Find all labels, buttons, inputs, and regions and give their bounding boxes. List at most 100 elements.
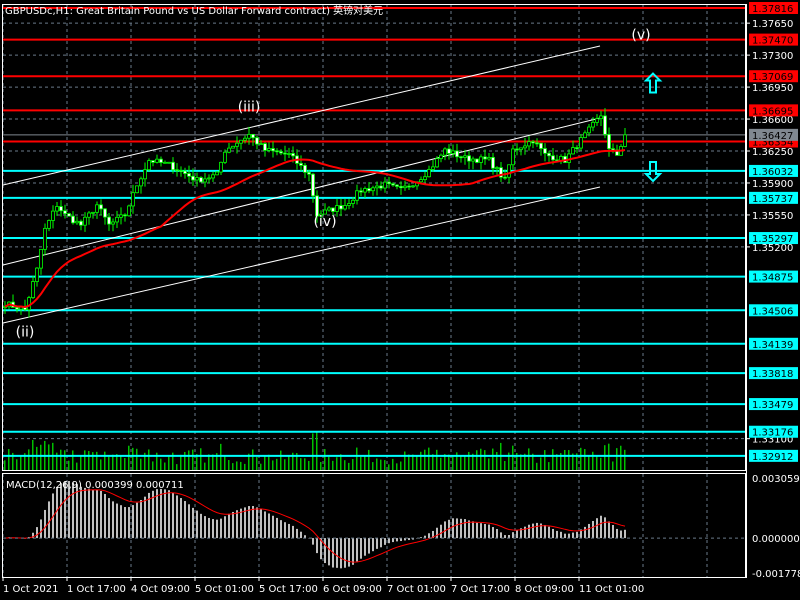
candle-body — [311, 173, 315, 197]
trading-chart[interactable]: (ii)(iii)(iv)(v) 1.376501.373001.369501.… — [0, 0, 800, 600]
macd-bar — [612, 525, 614, 539]
macd-bar — [512, 532, 514, 539]
candle-body — [47, 220, 51, 229]
volume-bar — [36, 446, 38, 470]
candle-body — [487, 157, 491, 160]
candle-body — [155, 158, 159, 163]
volume-bar — [600, 457, 602, 470]
wave-label: (ii) — [16, 324, 35, 340]
candle-body — [287, 153, 291, 155]
candle-body — [119, 214, 123, 218]
macd-bar — [336, 538, 338, 568]
support-price-tag: 1.35297 — [752, 234, 793, 245]
volume-bar — [400, 461, 402, 470]
time-tick-label: 11 Oct 01:00 — [579, 584, 644, 595]
price-tick-label: 1.35550 — [752, 211, 793, 222]
candle-body — [83, 216, 87, 226]
candle-body — [263, 143, 267, 151]
candle-body — [463, 155, 467, 158]
macd-bar — [160, 488, 162, 539]
candle-body — [455, 150, 459, 158]
volume-bar — [344, 460, 346, 470]
macd-bar — [224, 516, 226, 539]
volume-bar — [308, 460, 310, 470]
volume-bar — [84, 450, 86, 470]
candle-body — [495, 167, 499, 170]
macd-bar — [116, 503, 118, 539]
macd-bar — [60, 483, 62, 539]
macd-bar — [216, 519, 218, 539]
macd-bar — [300, 531, 302, 539]
support-price-tag: 1.33818 — [752, 369, 793, 380]
candle-body — [167, 161, 171, 164]
volume-bar — [76, 462, 78, 470]
price-axis[interactable]: 1.376501.373001.369501.366001.362501.359… — [746, 2, 800, 580]
macd-bar — [260, 508, 262, 539]
support-price-tag: 1.34139 — [752, 340, 793, 351]
volume-bar — [580, 447, 582, 470]
candle-body — [467, 155, 471, 162]
time-tick-label: 6 Oct 09:00 — [323, 584, 382, 595]
volume-bar — [128, 445, 130, 470]
candle-body — [39, 248, 43, 269]
candle-body — [607, 133, 611, 150]
candle-body — [247, 133, 251, 139]
macd-bar — [40, 519, 42, 539]
volume-bar — [352, 459, 354, 470]
support-price-tag: 1.35737 — [752, 194, 793, 205]
macd-bar — [200, 513, 202, 539]
volume-bar — [384, 460, 386, 470]
candle-body — [359, 190, 363, 193]
macd-bar — [616, 528, 618, 539]
candle-body — [275, 150, 279, 153]
macd-bar — [388, 538, 390, 544]
macd-bar — [380, 538, 382, 548]
macd-bar — [440, 524, 442, 539]
candle-body — [423, 176, 427, 180]
macd-bar — [504, 535, 506, 539]
candle-body — [147, 160, 151, 171]
macd-bar — [36, 527, 38, 539]
candle-body — [143, 169, 147, 180]
macd-bar — [296, 528, 298, 539]
wave-label: (v) — [631, 28, 650, 44]
grid — [2, 5, 745, 577]
volume-bar — [356, 447, 358, 470]
candle-body — [43, 227, 47, 250]
macd-tick-label: 0.003059 — [752, 474, 800, 485]
macd-bar — [564, 533, 566, 539]
time-axis[interactable]: 1 Oct 2021 1 Oct 17:00 4 Oct 09:00 5 Oct 01… — [2, 577, 644, 595]
candle-body — [103, 208, 107, 218]
support-price-tag: 1.33479 — [752, 400, 793, 411]
macd-bar — [92, 489, 94, 539]
macd-bar — [212, 519, 214, 539]
candle-body — [207, 177, 211, 180]
volume-bar — [180, 454, 182, 470]
volume-bar — [492, 448, 494, 470]
volume-bar — [236, 461, 238, 470]
macd-bar — [340, 538, 342, 569]
macd-bar — [464, 519, 466, 539]
candle-body — [87, 212, 91, 218]
resistance-price-tag: 1.37069 — [752, 72, 793, 83]
candle-body — [67, 213, 71, 217]
candles — [3, 108, 627, 318]
candle-body — [547, 152, 551, 157]
macd-bar — [144, 496, 146, 539]
macd-bar — [124, 507, 126, 539]
volume-bar — [436, 449, 438, 470]
candle-body — [235, 142, 239, 147]
trend-channel[interactable] — [2, 45, 601, 324]
candle-body — [135, 185, 139, 194]
macd-label: MACD(12,26,9) 0.000399 0.000711 — [6, 480, 184, 491]
volume-bar — [40, 444, 42, 470]
volume-bar — [244, 463, 246, 470]
candle-body — [623, 134, 627, 147]
candle-body — [447, 148, 451, 154]
volume-bar — [620, 445, 622, 470]
volume-bar — [452, 456, 454, 470]
candle-body — [35, 267, 39, 282]
candle-body — [399, 186, 403, 189]
macd-bar — [356, 538, 358, 562]
macd-bar — [344, 538, 346, 568]
